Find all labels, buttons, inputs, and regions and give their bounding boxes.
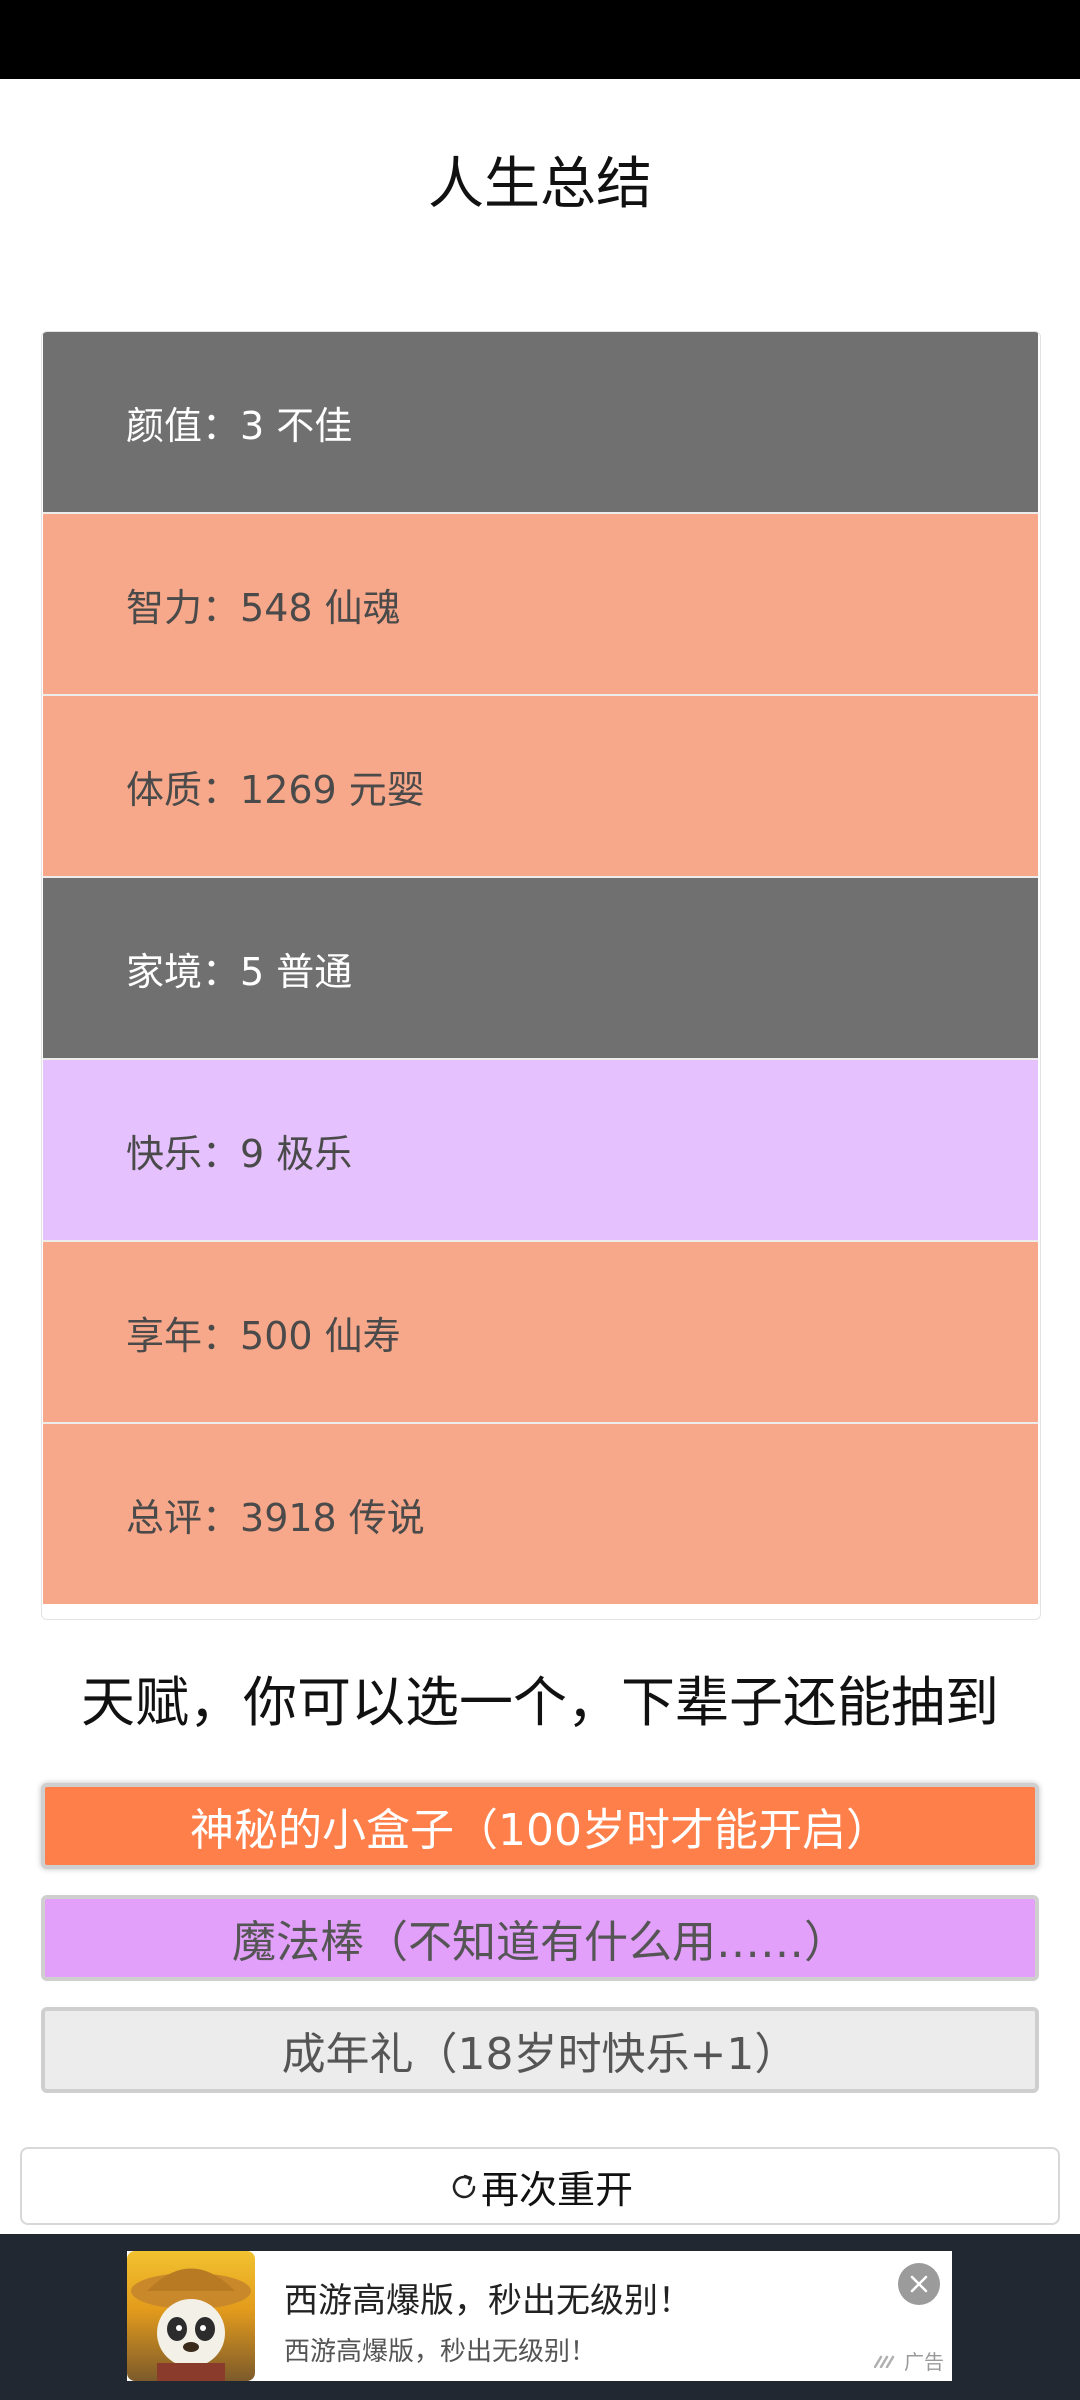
ad-game-thumbnail[interactable] [127,2251,255,2381]
stat-value: 9 极乐 [240,1131,353,1176]
talent-label: 成年礼（18岁时快乐+1） [281,2029,799,2080]
status-bar [0,0,1080,79]
talent-option-mystery-box[interactable]: 神秘的小盒子（100岁时才能开启） [41,1783,1039,1869]
ad-badge-text: 广告 [904,2350,944,2374]
talent-label: 魔法棒（不知道有什么用……） [232,1917,848,1968]
stat-row-family: 家境： 5 普通 [43,878,1038,1058]
stat-row-intelligence: 智力： 548 仙魂 [43,514,1038,694]
stat-value: 548 仙魂 [240,585,401,630]
stat-value: 3918 传说 [240,1495,425,1540]
stat-label: 享年： [126,1313,241,1358]
stats-list: 颜值： 3 不佳 智力： 548 仙魂 体质： 1269 元婴 家境： 5 普通 快乐：… [41,331,1041,1620]
refresh-icon [447,2169,481,2203]
ad-label: 广告 [874,2346,944,2375]
ad-logo-icon [874,2355,895,2368]
stat-label: 颜值： [126,403,241,448]
ad-card[interactable]: 西游高爆版，秒出无级别！ 西游高爆版，秒出无级别！ 广告 [127,2251,952,2381]
stat-value: 5 普通 [240,949,353,994]
talent-option-magic-wand[interactable]: 魔法棒（不知道有什么用……） [41,1895,1039,1981]
stat-value: 1269 元婴 [240,767,425,812]
stat-label: 智力： [126,585,241,630]
stat-value: 500 仙寿 [240,1313,401,1358]
stat-label: 快乐： [126,1131,241,1176]
stat-value: 3 不佳 [240,403,353,448]
stat-label: 体质： [126,767,241,812]
talent-label: 神秘的小盒子（100岁时才能开启） [190,1805,890,1856]
restart-label: 再次重开 [480,2167,633,2212]
talent-heading: 天赋，你可以选一个，下辈子还能抽到 [81,1671,999,1734]
stat-row-lifespan: 享年： 500 仙寿 [43,1242,1038,1422]
ad-headline: 西游高爆版，秒出无级别！ [284,2281,692,2321]
ad-subtitle: 西游高爆版，秒出无级别！ [284,2337,597,2367]
page-title: 人生总结 [428,152,652,217]
stat-row-overall: 总评： 3918 传说 [43,1424,1038,1604]
stat-row-happiness: 快乐： 9 极乐 [43,1060,1038,1240]
stat-label: 家境： [126,949,241,994]
ad-banner[interactable]: 西游高爆版，秒出无级别！ 西游高爆版，秒出无级别！ 广告 [0,2234,1080,2400]
stat-row-constitution: 体质： 1269 元婴 [43,696,1038,876]
stat-label: 总评： [126,1495,241,1540]
stat-row-appearance: 颜值： 3 不佳 [43,332,1038,512]
close-icon[interactable] [898,2263,940,2305]
talent-option-coming-of-age[interactable]: 成年礼（18岁时快乐+1） [41,2007,1039,2093]
restart-button[interactable]: 再次重开 [20,2147,1060,2225]
